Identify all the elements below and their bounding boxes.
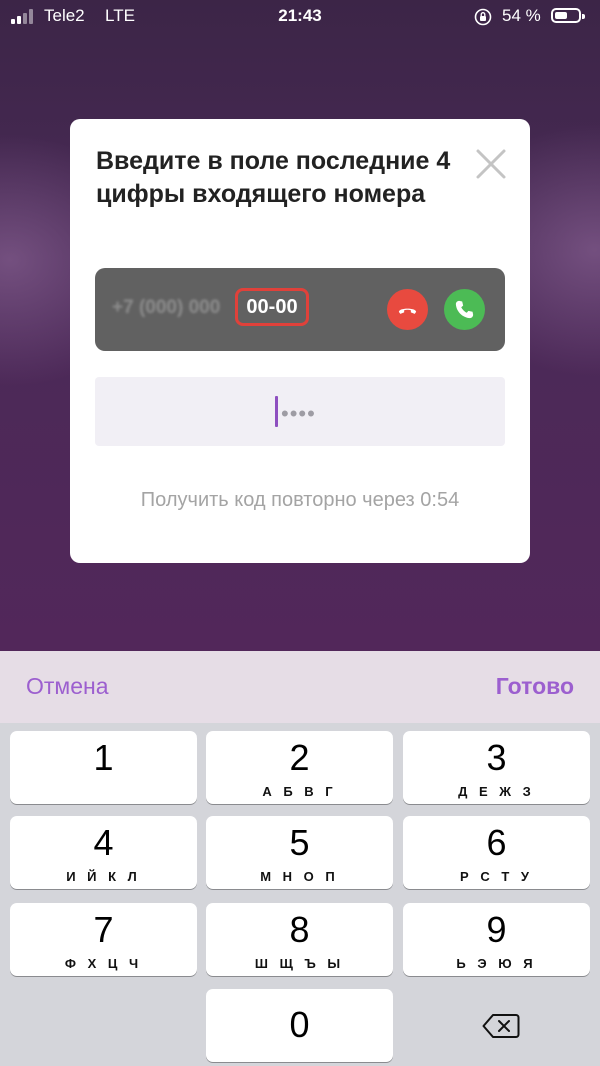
key-6[interactable]: 6 Р С Т У xyxy=(403,816,590,889)
key-2[interactable]: 2 А Б В Г xyxy=(206,731,393,804)
decline-call-icon xyxy=(387,289,428,330)
dialog-title: Введите в поле последние 4 цифры входяще… xyxy=(96,147,451,208)
key-3[interactable]: 3 Д Е Ж З xyxy=(403,731,590,804)
battery-percent: 54 % xyxy=(502,6,541,25)
resend-timer-text: Получить код повторно через 0:54 xyxy=(140,489,460,511)
key-9[interactable]: 9 Ь Э Ю Я xyxy=(403,903,590,976)
key-digit: 0 xyxy=(289,1004,310,1045)
done-button[interactable]: Готово xyxy=(496,673,574,700)
key-letters: И Й К Л xyxy=(66,869,141,884)
rotation-lock-icon xyxy=(474,8,492,26)
key-8[interactable]: 8 Ш Щ Ъ Ы xyxy=(206,903,393,976)
verification-dialog: Введите в поле последние 4 цифры входяще… xyxy=(70,119,530,563)
incoming-call-preview: +7 (000) 000 00-00 xyxy=(95,268,505,351)
keyboard-toolbar: Отмена Готово xyxy=(0,651,600,723)
key-digit: 3 xyxy=(486,737,507,778)
key-digit: 7 xyxy=(93,909,114,950)
key-digit: 5 xyxy=(289,822,310,863)
key-digit: 4 xyxy=(93,822,114,863)
key-7[interactable]: 7 Ф Х Ц Ч xyxy=(10,903,197,976)
key-0[interactable]: 0 xyxy=(206,989,393,1062)
key-letters: А Б В Г xyxy=(262,784,337,799)
key-letters: М Н О П xyxy=(260,869,339,884)
close-icon xyxy=(476,149,506,179)
key-letters: Ш Щ Ъ Ы xyxy=(254,956,345,971)
key-letters: Ь Э Ю Я xyxy=(456,956,537,971)
code-placeholder: •••• xyxy=(281,401,316,426)
key-letters: Р С Т У xyxy=(460,869,533,884)
delete-button[interactable] xyxy=(402,989,590,1062)
numeric-keypad: 1 2 А Б В Г 3 Д Е Ж З 4 И Й К Л 5 М Н О … xyxy=(0,723,600,1066)
close-button[interactable] xyxy=(474,147,508,181)
battery-icon xyxy=(551,8,585,23)
cancel-button[interactable]: Отмена xyxy=(26,673,109,700)
code-input[interactable]: •••• xyxy=(95,377,505,446)
preview-highlighted-digits: 00-00 xyxy=(235,288,309,326)
key-1[interactable]: 1 xyxy=(10,731,197,804)
accept-call-icon xyxy=(444,289,485,330)
key-4[interactable]: 4 И Й К Л xyxy=(10,816,197,889)
status-bar: Tele2 LTE 21:43 54 % xyxy=(0,0,600,34)
key-letters: Д Е Ж З xyxy=(458,784,535,799)
key-digit: 6 xyxy=(486,822,507,863)
key-digit: 8 xyxy=(289,909,310,950)
preview-number-prefix: +7 (000) 000 xyxy=(112,297,221,318)
backspace-icon xyxy=(482,1014,520,1038)
text-cursor xyxy=(275,396,278,427)
key-5[interactable]: 5 М Н О П xyxy=(206,816,393,889)
key-digit: 2 xyxy=(289,737,310,778)
key-digit: 9 xyxy=(486,909,507,950)
key-letters: Ф Х Ц Ч xyxy=(64,956,143,971)
key-digit: 1 xyxy=(93,737,114,778)
